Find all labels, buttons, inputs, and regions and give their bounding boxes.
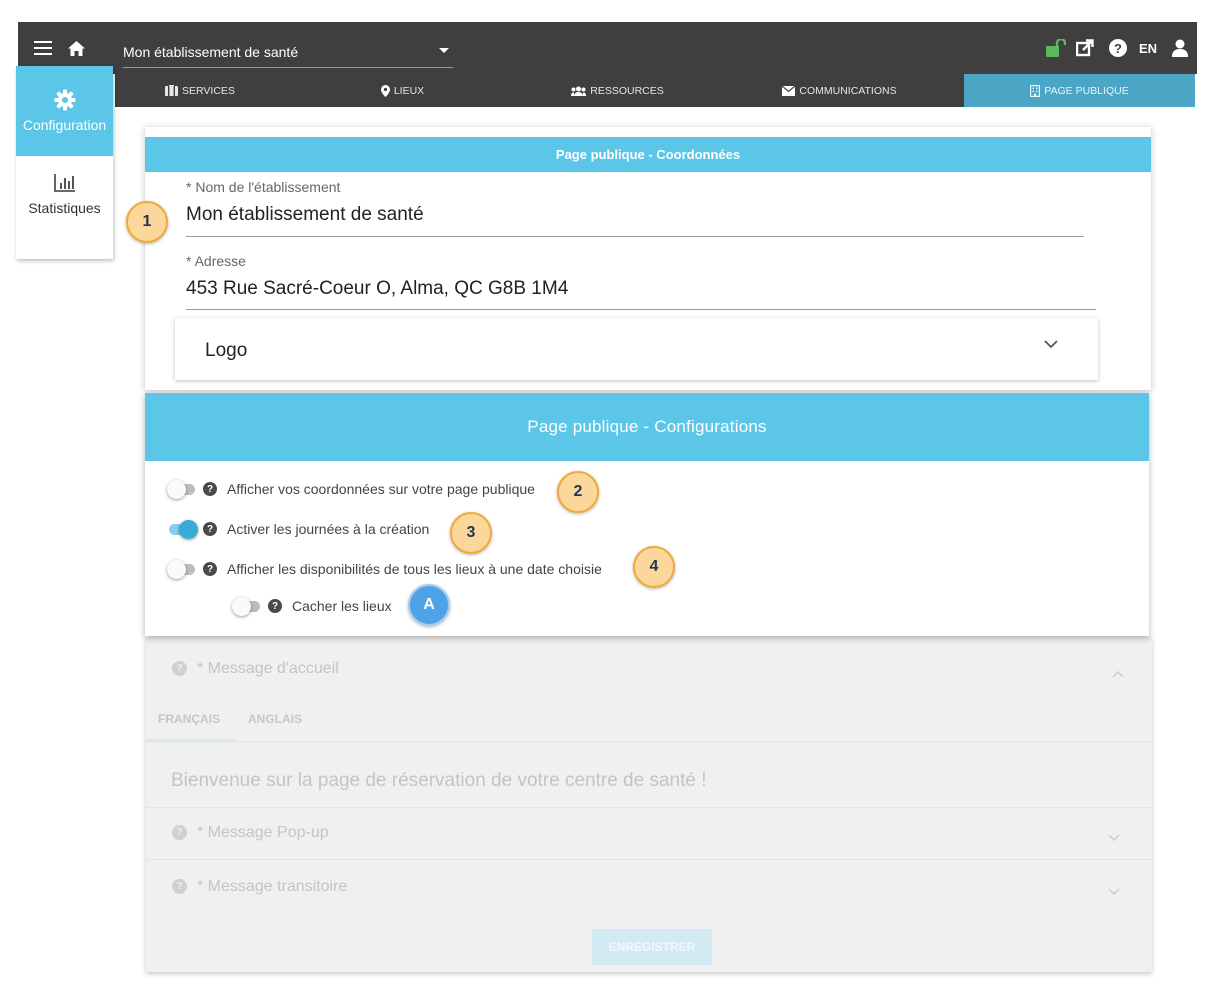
tab-page-publique-label: PAGE PUBLIQUE [1044, 84, 1129, 97]
establishment-select[interactable]: Mon établissement de santé [123, 36, 453, 68]
address-underline [186, 309, 1096, 310]
save-button[interactable]: ENREGISTRER [592, 929, 712, 965]
help-icon[interactable]: ? [1109, 22, 1127, 74]
unlock-icon[interactable] [1046, 22, 1066, 74]
help-icon: ? [172, 825, 187, 841]
bar-chart-icon [53, 174, 75, 192]
address-input[interactable]: 453 Rue Sacré-Coeur O, Alma, QC G8B 1M4 [186, 278, 568, 300]
chevron-down-icon [1108, 883, 1120, 901]
sidebar: Configuration Statistiques [16, 66, 113, 259]
help-icon[interactable]: ? [203, 482, 217, 496]
welcome-message-text[interactable]: Bienvenue sur la page de réservation de … [171, 770, 707, 792]
tab-anglais[interactable]: ANGLAIS [248, 712, 302, 726]
callout-a: A [408, 584, 450, 626]
tab-ressources[interactable]: RESSOURCES [520, 74, 715, 107]
address-label: * Adresse [186, 253, 246, 269]
chevron-down-icon [439, 48, 449, 53]
help-icon: ? [172, 879, 187, 895]
help-icon: ? [172, 661, 187, 677]
transitory-message-label: * Message transitoire [197, 878, 348, 895]
coordinates-card: Page publique - Coordonnées * Nom de l'é… [145, 127, 1151, 390]
callout-2: 2 [557, 471, 599, 513]
configurations-card-title: Page publique - Configurations [145, 393, 1149, 461]
help-icon[interactable]: ? [268, 599, 282, 613]
tab-communications-label: COMMUNICATIONS [799, 84, 897, 97]
sidebar-item-statistiques-label: Statistiques [28, 200, 101, 216]
services-icon [165, 85, 179, 96]
external-link-icon[interactable] [1076, 22, 1094, 74]
toggle-row-hide-locations: ? Cacher les lieux [232, 596, 392, 616]
establishment-select-value: Mon établissement de santé [123, 43, 299, 60]
language-toggle[interactable]: EN [1139, 22, 1157, 74]
divider [146, 859, 1152, 860]
show-coordinates-label: Afficher vos coordonnées sur votre page … [227, 481, 535, 497]
welcome-message-header[interactable]: ? * Message d'accueil [172, 660, 339, 678]
establishment-name-underline [186, 236, 1084, 237]
tab-lieux-label: LIEUX [393, 84, 425, 97]
transitory-message-header[interactable]: ? * Message transitoire [172, 878, 347, 896]
sidebar-item-configuration[interactable]: Configuration [16, 66, 113, 156]
gear-icon [54, 89, 75, 111]
popup-message-label: * Message Pop-up [197, 824, 329, 841]
establishment-name-input[interactable]: Mon établissement de santé [186, 204, 424, 226]
help-icon[interactable]: ? [203, 522, 217, 536]
show-availabilities-label: Afficher les disponibilités de tous les … [227, 561, 602, 577]
popup-message-header[interactable]: ? * Message Pop-up [172, 824, 329, 842]
show-availabilities-toggle[interactable] [167, 559, 197, 579]
callout-1: 1 [126, 201, 168, 243]
help-icon[interactable]: ? [203, 562, 217, 576]
tab-francais[interactable]: FRANÇAIS [158, 712, 220, 726]
activate-days-label: Activer les journées à la création [227, 521, 430, 537]
tab-services-label: SERVICES [182, 84, 235, 97]
toggle-row-show-availabilities: ? Afficher les disponibilités de tous le… [167, 559, 602, 579]
building-icon [1030, 84, 1041, 97]
callout-4: 4 [633, 546, 675, 588]
messages-section: ? * Message d'accueil FRANÇAIS ANGLAIS Bi… [146, 637, 1152, 972]
chevron-down-icon [1108, 829, 1120, 847]
tab-page-publique[interactable]: PAGE PUBLIQUE [964, 74, 1195, 107]
main-tabs: SERVICES LIEUX RESSOURCES COMMUNICATIONS… [115, 74, 1195, 107]
top-bar: Mon établissement de santé ? EN [18, 22, 1197, 74]
tab-communications[interactable]: COMMUNICATIONS [715, 74, 964, 107]
user-icon[interactable] [1172, 22, 1188, 74]
logo-panel-label: Logo [205, 340, 248, 361]
logo-expansion-panel[interactable]: Logo [175, 318, 1098, 380]
establishment-name-label: * Nom de l'établissement [186, 179, 341, 195]
tab-lieux[interactable]: LIEUX [285, 74, 520, 107]
show-coordinates-toggle[interactable] [167, 479, 197, 499]
users-icon [571, 86, 587, 96]
configurations-card: Page publique - Configurations ? Affiche… [145, 393, 1149, 636]
tab-ressources-label: RESSOURCES [590, 84, 664, 97]
toggle-row-activate-days: ? Activer les journées à la création [167, 519, 429, 539]
divider [146, 741, 1152, 742]
welcome-message-label: * Message d'accueil [197, 660, 339, 677]
hide-locations-toggle[interactable] [232, 596, 262, 616]
hide-locations-label: Cacher les lieux [292, 598, 392, 614]
tab-services[interactable]: SERVICES [115, 74, 285, 107]
divider [146, 807, 1152, 808]
sidebar-item-statistiques[interactable]: Statistiques [16, 174, 113, 234]
chevron-down-icon [1044, 336, 1058, 354]
toggle-row-show-coordinates: ? Afficher vos coordonnées sur votre pag… [167, 479, 535, 499]
callout-3: 3 [450, 512, 492, 554]
envelope-icon [782, 85, 796, 96]
chevron-up-icon [1112, 665, 1124, 683]
activate-days-toggle[interactable] [167, 519, 198, 539]
coordinates-card-title: Page publique - Coordonnées [145, 137, 1151, 172]
map-marker-icon [380, 84, 390, 97]
sidebar-item-configuration-label: Configuration [22, 117, 107, 133]
